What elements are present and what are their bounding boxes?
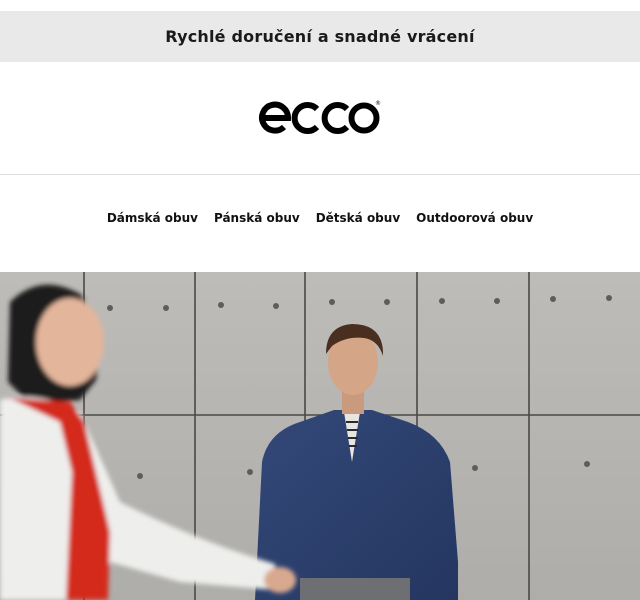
category-nav: Dámská obuv Pánská obuv Dětská obuv Outd… (0, 205, 640, 231)
nav-item-womens-shoes[interactable]: Dámská obuv (99, 211, 206, 225)
nav-item-kids-shoes[interactable]: Dětská obuv (308, 211, 408, 225)
nav-item-mens-shoes[interactable]: Pánská obuv (206, 211, 308, 225)
email-page: Rychlé doručení a snadné vrácení ® Dámsk… (0, 0, 640, 600)
ecco-logo-link[interactable]: ® (0, 62, 640, 174)
promo-text: Rychlé doručení a snadné vrácení (165, 27, 475, 46)
registered-mark: ® (375, 100, 381, 107)
promo-bar: Rychlé doručení a snadné vrácení (0, 11, 640, 62)
hero-banner-link[interactable] (0, 272, 640, 600)
hero-image (0, 272, 640, 600)
nav-item-outdoor-shoes[interactable]: Outdoorová obuv (408, 211, 541, 225)
header-divider (0, 174, 640, 175)
ecco-logo: ® (259, 100, 381, 134)
